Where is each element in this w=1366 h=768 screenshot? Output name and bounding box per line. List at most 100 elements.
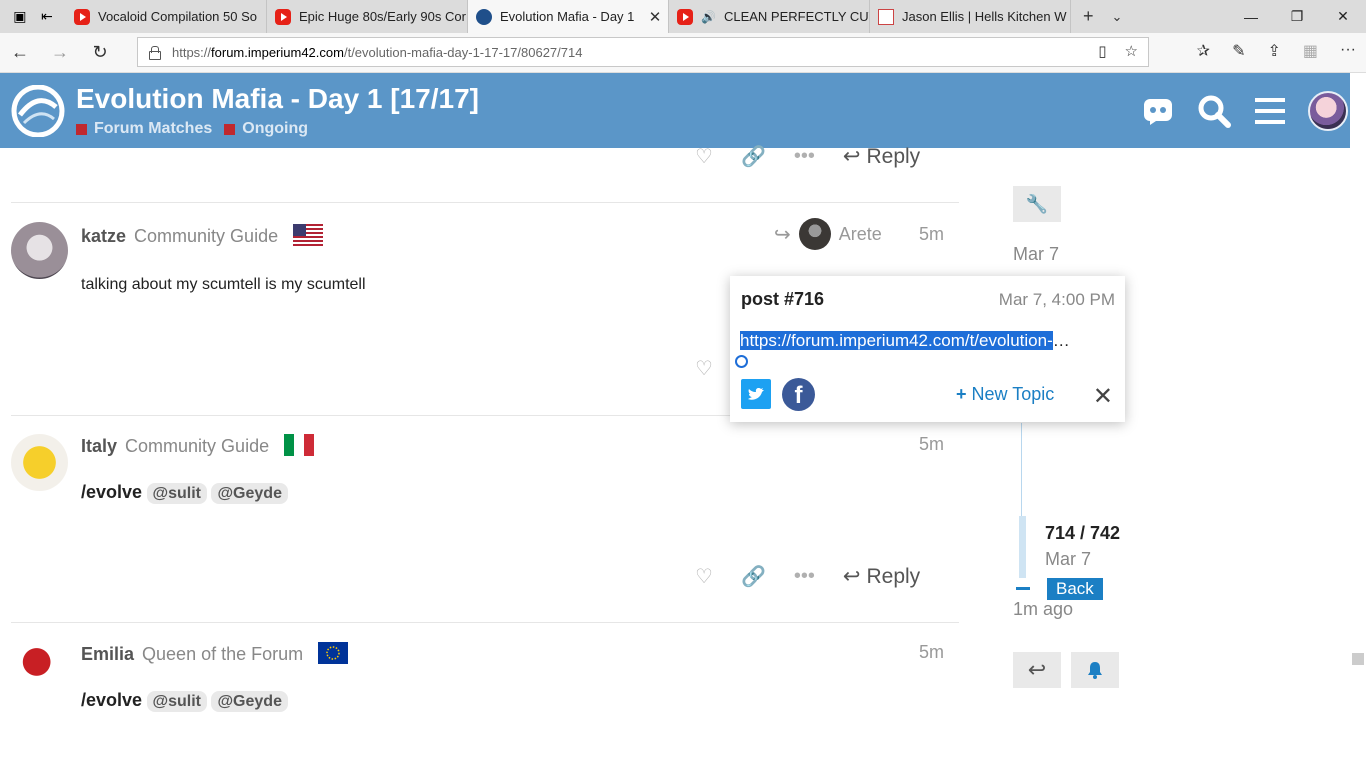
share-icon[interactable]: ⇪ [1267,41,1280,61]
more-actions-icon[interactable]: ••• [794,565,815,588]
post-body: /evolve @sulit @Geyde [81,690,288,712]
timeline-scroller[interactable] [1019,516,1026,578]
post-divider [11,622,959,623]
reply-button[interactable]: ↩ Reply [843,144,920,169]
bell-icon [1088,662,1102,679]
timeline-last-post[interactable]: 1m ago [1013,599,1073,620]
timeline-back-button[interactable]: Back [1047,578,1103,600]
copy-link-icon[interactable]: 🔗 [741,144,766,169]
timeline-handle[interactable] [1016,587,1030,590]
hamburger-menu-icon[interactable] [1252,93,1288,129]
like-heart-icon[interactable]: ♡ [695,564,713,589]
italy-flag-icon [284,434,315,456]
set-aside-tabs-icon[interactable]: ⇤ [41,8,53,25]
share-link-ellipsis: … [1052,331,1070,350]
username[interactable]: katze [81,226,126,246]
reply-arrow-icon: ↩ [842,145,861,168]
minimize-icon[interactable]: — [1228,0,1274,33]
notes-pen-icon[interactable]: ✎ [1232,41,1245,61]
mention-link[interactable]: @sulit [146,691,207,712]
plus-icon: + [956,384,967,404]
mention-link[interactable]: @sulit [146,483,207,504]
tab-preview-icon[interactable]: ▣ [13,8,26,25]
discord-icon[interactable] [1140,93,1176,129]
lock-icon[interactable] [148,46,161,60]
browser-tab-5[interactable]: Jason Ellis | Hells Kitchen W [870,0,1071,33]
address-bar: ← → ↻ https://forum.imperium42.com/t/evo… [0,33,1366,73]
post-body: talking about my scumtell is my scumtell [81,276,366,293]
favorite-star-icon[interactable]: ☆ [1125,42,1138,60]
chevron-down-icon[interactable]: ⌄ [1112,9,1123,25]
timeline-track[interactable] [1021,423,1022,516]
more-menu-icon[interactable]: ··· [1340,41,1356,61]
post-actions: ♡ 🔗 ••• ↩ Reply [695,564,920,589]
reply-to-indicator[interactable]: ↪ Arete [774,218,882,250]
favorites-icon[interactable]: ✰ [1197,41,1210,61]
notifications-button[interactable] [1071,652,1119,688]
post-divider [11,202,959,203]
scrollbar-thumb[interactable] [1352,653,1364,665]
close-icon[interactable]: ✕ [1093,382,1113,411]
selection-handle[interactable] [735,355,748,368]
browser-tab-2[interactable]: Epic Huge 80s/Early 90s Cor [267,0,468,33]
reply-topic-button[interactable]: ↩ [1013,652,1061,688]
browser-tab-4[interactable]: 🔊 CLEAN PERFECTLY CUT [669,0,870,33]
username[interactable]: Emilia [81,644,134,664]
url-field[interactable]: https://forum.imperium42.com/t/evolution… [137,37,1149,67]
search-icon[interactable] [1196,93,1232,129]
new-topic-button[interactable]: + New Topic [956,384,1054,405]
imperium-icon [476,8,492,25]
tab-title: CLEAN PERFECTLY CUT [723,9,869,24]
tab-title: Epic Huge 80s/Early 90s Cor [299,9,466,24]
share-link-input[interactable]: https://forum.imperium42.com/t/evolution… [740,331,1105,351]
category-ongoing[interactable]: Ongoing [224,120,308,138]
category-breadcrumb: Forum Matches Ongoing [76,120,308,138]
username[interactable]: Italy [81,436,117,456]
reply-to-username: Arete [838,223,882,244]
copy-link-icon[interactable]: 🔗 [741,564,766,589]
new-tab-icon[interactable]: + [1083,6,1094,27]
avatar[interactable] [11,434,68,491]
page-scrollbar[interactable] [1350,73,1366,768]
post-time[interactable]: 5m [919,434,944,455]
timeline-position: 714 / 742 [1045,523,1121,543]
browser-tab-1[interactable]: Vocaloid Compilation 50 So [66,0,267,33]
close-tab-icon[interactable]: ✕ [642,8,668,26]
forward-arrow-icon[interactable]: → [40,42,80,63]
avatar[interactable] [11,642,68,699]
post-time[interactable]: 5m [919,224,944,245]
popup-date: Mar 7, 4:00 PM [998,290,1115,309]
avatar[interactable] [11,222,68,279]
browser-tab-3-active[interactable]: Evolution Mafia - Day 1 ✕ [468,0,669,33]
like-heart-icon[interactable]: ♡ [695,144,713,169]
reading-view-icon[interactable]: ▯ [1098,42,1106,60]
post-time[interactable]: 5m [919,642,944,663]
timeline-start-date[interactable]: Mar 7 [1013,244,1059,265]
topic-title[interactable]: Evolution Mafia - Day 1 [17/17] [76,83,479,115]
tab-controls: + ⌄ [1071,0,1122,33]
category-color-badge [224,123,236,135]
topic-admin-button[interactable]: 🔧 [1013,186,1061,222]
close-window-icon[interactable]: ✕ [1320,0,1366,33]
reply-label: Reply [866,564,921,588]
youtube-icon [74,8,90,25]
current-user-avatar[interactable] [1308,91,1348,131]
reply-button[interactable]: ↩ Reply [843,564,920,589]
extension-icon[interactable]: ▦ [1303,41,1318,61]
header-icons [1140,91,1348,131]
more-actions-icon[interactable]: ••• [794,145,815,168]
wrench-icon: 🔧 [1025,193,1049,214]
like-heart-icon[interactable]: ♡ [695,356,713,381]
facebook-share-icon[interactable]: f [782,378,815,411]
share-link-selected: https://forum.imperium42.com/t/evolution… [740,331,1053,350]
restore-icon[interactable]: ❐ [1274,0,1320,33]
category-forum-matches[interactable]: Forum Matches [76,120,212,138]
back-arrow-icon[interactable]: ← [0,42,40,63]
speaker-icon[interactable]: 🔊 [701,10,716,24]
twitter-share-icon[interactable] [741,379,771,409]
reply-label: Reply [866,144,921,168]
mention-link[interactable]: @Geyde [211,691,288,712]
refresh-icon[interactable]: ↻ [80,42,120,63]
mention-link[interactable]: @Geyde [211,483,288,504]
site-logo[interactable] [10,85,66,137]
